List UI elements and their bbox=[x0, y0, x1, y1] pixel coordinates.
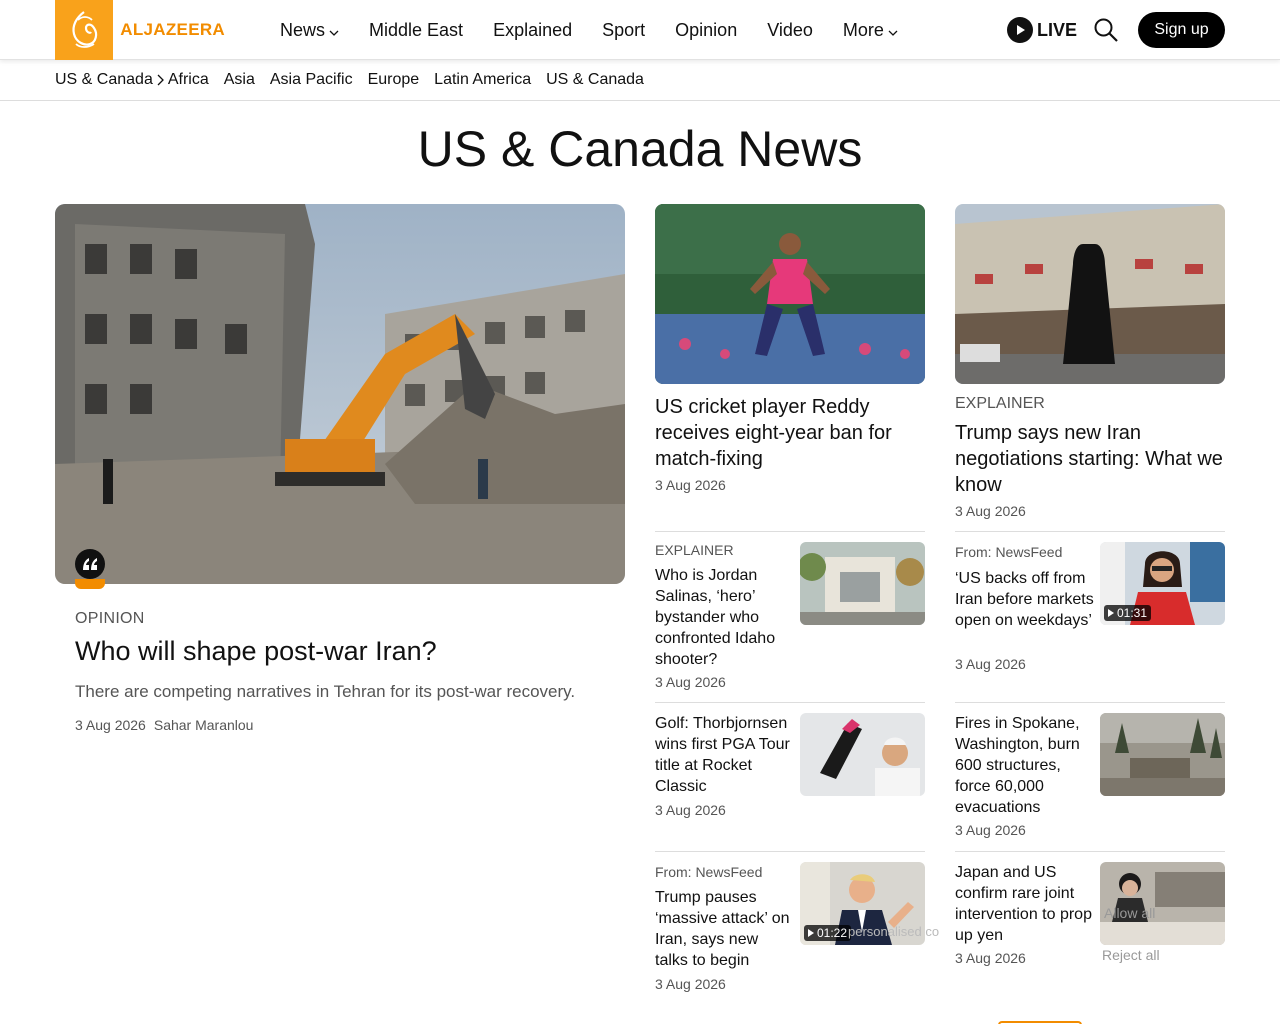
salinas-date: 3 Aug 2026 bbox=[655, 674, 726, 690]
subnav-latin-america[interactable]: Latin America bbox=[434, 71, 531, 89]
subnav-europe[interactable]: Europe bbox=[368, 71, 420, 89]
nav-explained-label: Explained bbox=[493, 19, 573, 40]
aljazeera-logo[interactable]: ALJAZEERA bbox=[55, 0, 225, 60]
opinion-quote-icon bbox=[75, 549, 105, 579]
trump-pause-headline[interactable]: Trump pauses ‘massive attack’ on Iran, s… bbox=[655, 887, 795, 971]
japan-yen-date: 3 Aug 2026 bbox=[955, 950, 1026, 966]
feature-image[interactable] bbox=[55, 204, 625, 584]
breadcrumb[interactable]: US & Canada bbox=[55, 71, 168, 89]
live-button[interactable]: LIVE bbox=[1007, 17, 1077, 43]
cricket-story-date: 3 Aug 2026 bbox=[655, 477, 726, 493]
nav-news[interactable]: News bbox=[280, 20, 339, 41]
page-title: US & Canada News bbox=[417, 121, 863, 177]
nav-video[interactable]: Video bbox=[767, 20, 813, 41]
golf-headline[interactable]: Golf: Thorbjornsen wins first PGA Tour t… bbox=[655, 713, 795, 797]
us-backs-off-headline[interactable]: ‘US backs off from Iran before markets o… bbox=[955, 568, 1095, 631]
sub-navigation: US & Canada Africa Asia Asia Pacific Eur… bbox=[0, 61, 1280, 101]
sign-up-button[interactable]: Sign up bbox=[1138, 12, 1225, 48]
trump-pause-kicker[interactable]: From: NewsFeed bbox=[655, 864, 762, 880]
feature-kicker[interactable]: OPINION bbox=[75, 610, 145, 628]
subnav-asia[interactable]: Asia bbox=[224, 71, 255, 89]
video-duration-badge: 01:31 bbox=[1104, 605, 1152, 621]
feature-author[interactable]: Sahar Maranlou bbox=[154, 717, 254, 733]
video-duration: 01:31 bbox=[1117, 606, 1148, 620]
video-duration: 01:22 bbox=[817, 926, 848, 940]
live-label: LIVE bbox=[1037, 19, 1078, 40]
feature-meta: 3 Aug 2026 Sahar Maranlou bbox=[75, 717, 253, 733]
cookie-reject-all[interactable]: Reject all bbox=[1102, 947, 1160, 963]
divider bbox=[655, 531, 925, 532]
nav-sport[interactable]: Sport bbox=[602, 20, 645, 41]
play-icon bbox=[808, 929, 814, 937]
japan-yen-image[interactable] bbox=[1100, 862, 1225, 945]
trump-pause-date: 3 Aug 2026 bbox=[655, 976, 726, 992]
chevron-right-icon bbox=[157, 74, 164, 86]
subnav-us-canada[interactable]: US & Canada bbox=[546, 71, 644, 89]
nav-more-label: More bbox=[842, 19, 884, 40]
iran-negotiations-kicker[interactable]: EXPLAINER bbox=[955, 395, 1045, 413]
spokane-fires-date: 3 Aug 2026 bbox=[955, 822, 1026, 838]
video-duration-badge: 01:22 bbox=[804, 925, 852, 941]
feature-date: 3 Aug 2026 bbox=[75, 717, 146, 733]
nav-news-label: News bbox=[280, 19, 326, 40]
opinion-accent-bar bbox=[75, 579, 105, 589]
play-icon bbox=[1108, 609, 1114, 617]
nav-opinion[interactable]: Opinion bbox=[675, 20, 737, 41]
iran-negotiations-headline[interactable]: Trump says new Iran negotiations startin… bbox=[955, 420, 1225, 498]
us-backs-off-kicker[interactable]: From: NewsFeed bbox=[955, 544, 1062, 560]
logo-emblem-icon bbox=[55, 0, 114, 60]
search-icon[interactable] bbox=[1093, 17, 1119, 43]
salinas-kicker[interactable]: EXPLAINER bbox=[655, 542, 734, 558]
spokane-fires-image[interactable] bbox=[1100, 713, 1225, 796]
divider bbox=[655, 702, 925, 703]
golf-date: 3 Aug 2026 bbox=[655, 802, 726, 818]
nav-more[interactable]: More bbox=[843, 20, 898, 41]
us-backs-off-video-thumbnail[interactable]: 01:31 bbox=[1100, 542, 1225, 625]
iran-negotiations-date: 3 Aug 2026 bbox=[955, 503, 1026, 519]
nav-explained[interactable]: Explained bbox=[493, 20, 572, 41]
divider bbox=[955, 531, 1225, 532]
cricket-story-image[interactable] bbox=[655, 204, 925, 384]
spokane-fires-headline[interactable]: Fires in Spokane, Washington, burn 600 s… bbox=[955, 713, 1095, 818]
nav-sport-label: Sport bbox=[602, 19, 646, 40]
salinas-image[interactable] bbox=[800, 542, 925, 625]
nav-middle-east-label: Middle East bbox=[369, 19, 464, 40]
main-nav: News Middle East Explained Sport Opinion… bbox=[280, 0, 928, 60]
nav-middle-east[interactable]: Middle East bbox=[369, 20, 463, 41]
cookie-allow-all[interactable]: Allow all bbox=[1104, 905, 1155, 921]
nav-opinion-label: Opinion bbox=[675, 19, 738, 40]
us-backs-off-date: 3 Aug 2026 bbox=[955, 656, 1026, 672]
divider bbox=[955, 702, 1225, 703]
subnav-asia-pacific[interactable]: Asia Pacific bbox=[270, 71, 353, 89]
nav-video-label: Video bbox=[767, 19, 813, 40]
breadcrumb-label: US & Canada bbox=[55, 71, 153, 88]
iran-negotiations-image[interactable] bbox=[955, 204, 1225, 384]
play-icon bbox=[1007, 17, 1033, 43]
top-navigation-bar: ALJAZEERA News Middle East Explained Spo… bbox=[0, 0, 1280, 60]
feature-description: There are competing narratives in Tehran… bbox=[75, 682, 576, 701]
salinas-headline[interactable]: Who is Jordan Salinas, ‘hero’ bystander … bbox=[655, 565, 795, 670]
logo-text: ALJAZEERA bbox=[120, 20, 225, 39]
chevron-down-icon bbox=[888, 20, 898, 41]
subnav-africa[interactable]: Africa bbox=[168, 71, 209, 89]
chevron-down-icon bbox=[329, 20, 339, 41]
cookie-banner-fragment: personalised co bbox=[848, 924, 940, 939]
japan-yen-headline[interactable]: Japan and US confirm rare joint interven… bbox=[955, 862, 1095, 946]
divider bbox=[655, 851, 925, 852]
feature-headline[interactable]: Who will shape post-war Iran? bbox=[75, 636, 437, 667]
divider bbox=[955, 851, 1225, 852]
cricket-story-headline[interactable]: US cricket player Reddy receives eight-y… bbox=[655, 394, 925, 472]
golf-image[interactable] bbox=[800, 713, 925, 796]
